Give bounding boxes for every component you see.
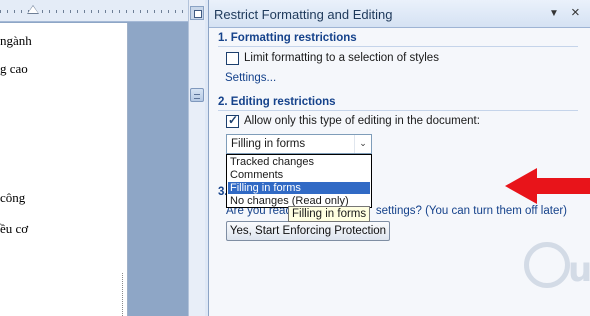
indent-marker-fill — [28, 6, 38, 13]
option-tracked-changes[interactable]: Tracked changes — [228, 156, 370, 168]
document-line: g cao — [0, 61, 28, 76]
document-line: ều cơ — [0, 221, 29, 236]
chevron-down-icon[interactable]: ⌄ — [354, 135, 371, 153]
start-enforcing-button[interactable]: Yes, Start Enforcing Protection — [226, 221, 390, 241]
horizontal-ruler[interactable] — [0, 0, 188, 22]
section-divider — [218, 110, 578, 111]
document-page[interactable]: ngành g cao công ều cơ — [0, 23, 128, 316]
option-comments[interactable]: Comments — [228, 169, 370, 181]
pane-options-chevron-down-icon[interactable]: ▼ — [549, 8, 559, 19]
document-line: công — [0, 190, 26, 205]
margin-guide — [122, 273, 123, 316]
editing-type-value: Filling in forms — [231, 138, 306, 150]
allow-editing-checkbox[interactable] — [226, 113, 239, 128]
pane-title: Restrict Formatting and Editing — [214, 7, 393, 22]
section-divider — [218, 46, 578, 47]
section-editing-heading: 2. Editing restrictions — [218, 96, 336, 108]
watermark-logo: uantrimang — [524, 232, 590, 292]
editing-type-dropdown-list: Tracked changes Comments Filling in form… — [226, 154, 372, 208]
limit-formatting-checkbox[interactable] — [226, 52, 239, 65]
option-tooltip: Filling in forms — [288, 206, 371, 222]
option-filling-in-forms[interactable]: Filling in forms — [228, 182, 370, 194]
watermark-text: uantrimang — [568, 250, 590, 290]
document-line: ngành — [0, 33, 32, 48]
section-formatting-heading: 1. Formatting restrictions — [218, 32, 357, 44]
watermark-bulb-icon — [524, 242, 570, 288]
settings-link[interactable]: Settings... — [225, 72, 276, 84]
vertical-scrollbar[interactable] — [188, 0, 205, 316]
scrollbar-thumb[interactable] — [190, 88, 204, 102]
red-arrow-icon — [505, 168, 590, 204]
close-icon[interactable]: × — [571, 4, 580, 21]
limit-formatting-label: Limit formatting to a selection of style… — [244, 52, 439, 64]
document-area: ngành g cao công ều cơ — [0, 0, 188, 316]
split-view-icon[interactable] — [190, 6, 204, 20]
question-end: settings? (You can turn them off later) — [375, 205, 567, 217]
allow-editing-label: Allow only this type of editing in the d… — [244, 115, 480, 127]
pane-header: Restrict Formatting and Editing ▼ × — [209, 0, 590, 28]
editing-type-select[interactable]: Filling in forms ⌄ — [226, 134, 372, 154]
restrict-editing-pane: Restrict Formatting and Editing ▼ × 1. F… — [208, 0, 590, 316]
